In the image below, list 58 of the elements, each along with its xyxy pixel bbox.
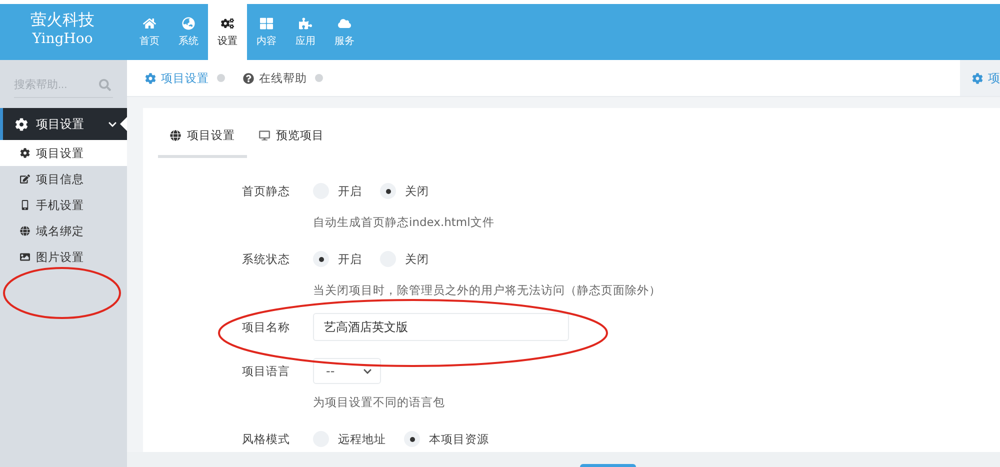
option-label: 远程地址 (338, 432, 386, 446)
cloud-icon (338, 16, 351, 30)
image-icon (20, 252, 30, 262)
menu-item[interactable]: 域名绑定 (0, 218, 127, 244)
option-label: 关闭 (405, 252, 429, 266)
search-icon (99, 79, 111, 91)
breadcrumb-link[interactable]: 在线帮助 (243, 70, 307, 86)
field-label: 项目名称 (241, 320, 290, 334)
radio-button[interactable] (404, 431, 420, 447)
text-input[interactable]: 艺高酒店英文版 (313, 313, 569, 341)
edit-icon (20, 174, 30, 184)
gear-icon (145, 72, 156, 84)
chevron-icon (363, 366, 372, 376)
nav-item[interactable]: 设置 (208, 4, 247, 60)
gear-icon (972, 72, 983, 84)
field-label: 系统状态 (241, 252, 290, 266)
menu-section[interactable]: 项目设置 (0, 108, 127, 140)
logo-subtitle: YingHoo (32, 30, 93, 48)
field-label: 风格模式 (241, 432, 290, 446)
radio-option[interactable]: 远程地址 (313, 431, 386, 447)
puzzle-icon (299, 16, 312, 30)
field-label: 首页静态 (241, 184, 290, 198)
home-icon (143, 16, 156, 30)
menu-item[interactable]: 手机设置 (0, 192, 127, 218)
radio-option[interactable]: 开启 (313, 251, 362, 267)
tab[interactable]: 项目设置 (158, 128, 247, 158)
dot-icon (315, 74, 323, 82)
globe-icon (170, 130, 181, 141)
monitor-icon (259, 130, 270, 141)
dot-icon (217, 74, 225, 82)
help-text: 自动生成首页静态index.html文件 (313, 215, 496, 230)
menu-item[interactable]: 项目信息 (0, 166, 127, 192)
option-label: 开启 (338, 184, 362, 198)
tab[interactable]: 预览项目 (247, 128, 336, 158)
help-text: 为项目设置不同的语言包 (313, 395, 446, 410)
menu-item[interactable]: 图片设置 (0, 244, 127, 270)
gear-icon (20, 148, 30, 158)
radio-option[interactable]: 开启 (313, 183, 362, 199)
globe-icon (182, 16, 195, 30)
menu-item[interactable]: 项目设置 (0, 140, 127, 166)
phone-icon (20, 200, 30, 210)
help-text: 当关闭项目时，除管理员之外的用户将无法访问（静态页面除外） (313, 283, 662, 298)
radio-button[interactable] (313, 251, 329, 267)
logo-title: 萤火科技 (30, 10, 94, 30)
radio-option[interactable]: 关闭 (380, 251, 429, 267)
radio-button[interactable] (380, 183, 396, 199)
gear-icon (15, 118, 28, 130)
field-label: 项目语言 (241, 364, 290, 378)
option-label: 本项目资源 (429, 432, 489, 446)
gears-icon (221, 16, 234, 30)
help-icon (243, 72, 254, 84)
radio-option[interactable]: 关闭 (380, 183, 429, 199)
radio-option[interactable]: 本项目资源 (404, 431, 489, 447)
grid-icon (260, 16, 273, 30)
option-label: 关闭 (405, 184, 429, 198)
option-label: 开启 (338, 252, 362, 266)
globe-icon (20, 226, 30, 236)
select-dropdown[interactable]: -- (313, 358, 381, 384)
